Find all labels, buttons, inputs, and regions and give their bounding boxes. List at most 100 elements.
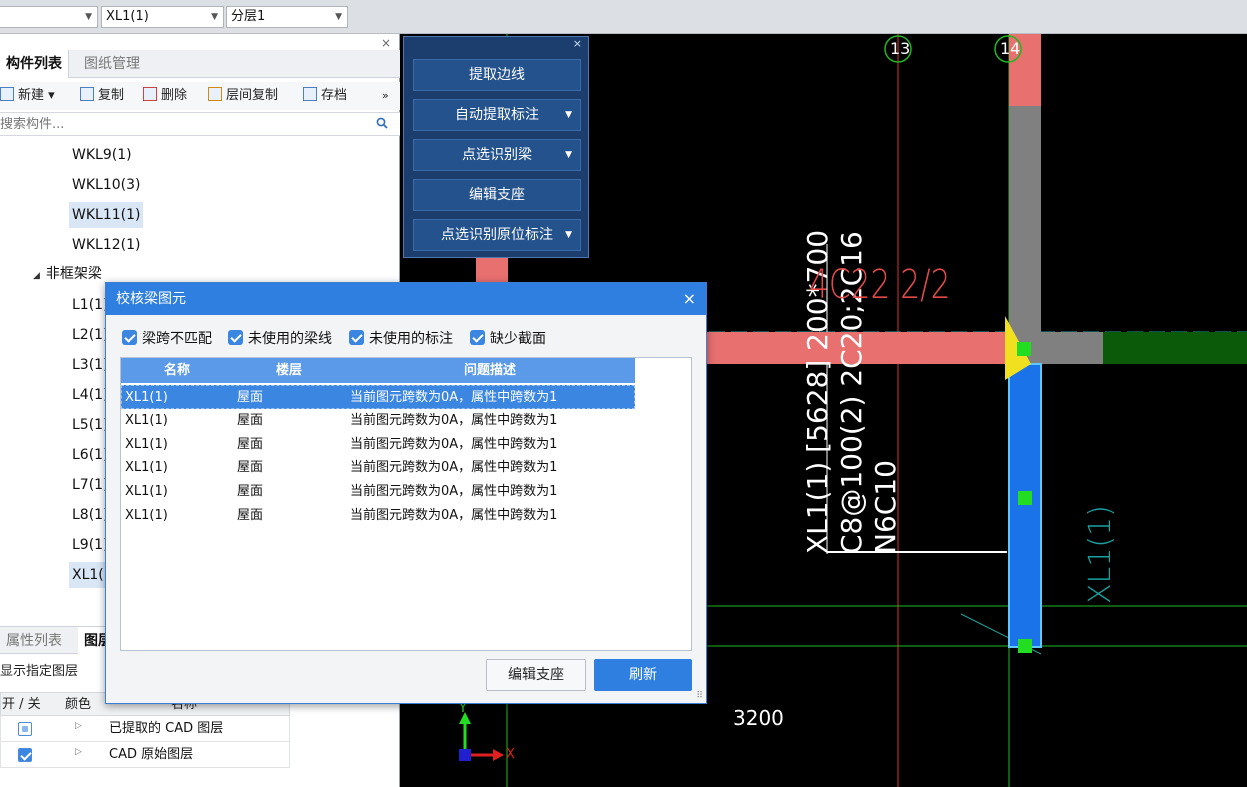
filter-unused-beam-line[interactable]: 未使用的梁线 bbox=[228, 330, 332, 348]
col-toggle: 开 / 关 bbox=[2, 697, 41, 712]
floor-copy-button[interactable]: 层间复制 bbox=[208, 86, 278, 106]
chevron-down-icon[interactable]: ▼ bbox=[565, 100, 572, 130]
floor-copy-icon bbox=[208, 87, 222, 101]
component-tabs: 构件列表 图纸管理 bbox=[0, 50, 400, 78]
more-button[interactable]: » bbox=[382, 86, 389, 106]
col-color: 颜色 bbox=[65, 697, 92, 712]
checkbox-checked-icon[interactable] bbox=[470, 330, 485, 345]
resize-grip-icon[interactable]: ⠿ bbox=[696, 691, 703, 701]
layer-combo-value: 分层1 bbox=[231, 9, 266, 24]
extract-edge-button[interactable]: 提取边线 bbox=[413, 59, 581, 91]
extract-panel: × 提取边线 自动提取标注 ▼ 点选识别梁 ▼ 编辑支座 点选识别原位标注 ▼ bbox=[403, 36, 589, 258]
ucs-x-arrow bbox=[493, 749, 504, 761]
pick-identify-label: 点选识别梁 bbox=[462, 147, 532, 163]
cell-floor: 屋面 bbox=[237, 437, 264, 452]
cell-name: XL1(1) bbox=[125, 413, 168, 428]
cell-name: XL1(1) bbox=[125, 460, 168, 475]
edit-support-button[interactable]: 编辑支座 bbox=[413, 179, 581, 211]
archive-button[interactable]: 存档 bbox=[303, 86, 347, 106]
pick-original-annotation-button[interactable]: 点选识别原位标注 ▼ bbox=[413, 219, 581, 251]
table-row[interactable]: XL1(1) 屋面 当前图元跨数为0A，属性中跨数为1 bbox=[121, 385, 635, 409]
table-row[interactable]: XL1(1) 屋面 当前图元跨数为0A，属性中跨数为1 bbox=[121, 480, 635, 504]
close-icon[interactable]: × bbox=[683, 283, 696, 315]
filter-missing-section[interactable]: 缺少截面 bbox=[470, 330, 546, 348]
search-input[interactable] bbox=[0, 113, 360, 135]
edit-support-label: 编辑支座 bbox=[469, 187, 525, 203]
delete-button[interactable]: 删除 bbox=[143, 86, 187, 106]
cell-floor: 屋面 bbox=[237, 460, 264, 475]
grip-point[interactable] bbox=[1017, 342, 1031, 356]
layer-name: CAD 原始图层 bbox=[109, 747, 194, 762]
checkbox-checked-icon[interactable] bbox=[228, 330, 243, 345]
beam-gray-vertical bbox=[1009, 106, 1041, 364]
col-name[interactable]: 名称 bbox=[121, 358, 233, 383]
chevron-down-icon[interactable]: ▼ bbox=[565, 140, 572, 170]
filter-label: 未使用的标注 bbox=[369, 331, 453, 347]
tab-drawing-management[interactable]: 图纸管理 bbox=[78, 50, 146, 78]
refresh-button[interactable]: 刷新 bbox=[594, 659, 692, 691]
beam-blue-vertical[interactable] bbox=[1008, 363, 1042, 648]
col-floor[interactable]: 楼层 bbox=[233, 358, 345, 383]
chevron-down-icon: ▼ bbox=[85, 12, 92, 22]
collapse-triangle-icon[interactable]: ◢ bbox=[33, 271, 40, 281]
close-icon[interactable]: × bbox=[573, 37, 582, 50]
tree-group-non-frame-beam[interactable]: ◢ 非框架梁 bbox=[30, 261, 105, 287]
copy-button[interactable]: 复制 bbox=[80, 86, 124, 106]
table-row[interactable]: XL1(1) 屋面 当前图元跨数为0A，属性中跨数为1 bbox=[121, 504, 635, 528]
grip-point[interactable] bbox=[1018, 491, 1032, 505]
grip-point[interactable] bbox=[1018, 639, 1032, 653]
copy-label: 复制 bbox=[98, 88, 125, 103]
tab-component-list[interactable]: 构件列表 bbox=[0, 50, 69, 78]
layer-toggle-checkbox[interactable] bbox=[18, 722, 32, 736]
search-icon[interactable] bbox=[376, 117, 388, 129]
cell-floor: 屋面 bbox=[237, 413, 264, 428]
dialog-title-bar[interactable]: 校核梁图元 × bbox=[106, 283, 706, 315]
checkbox-checked-icon[interactable] bbox=[122, 330, 137, 345]
extract-edge-label: 提取边线 bbox=[469, 67, 525, 83]
auto-extract-label: 自动提取标注 bbox=[455, 107, 539, 123]
new-icon bbox=[0, 87, 14, 101]
cyan-beam-label: XL1(1) bbox=[1083, 505, 1118, 604]
cell-name: XL1(1) bbox=[125, 508, 168, 523]
chevron-down-icon[interactable]: ▼ bbox=[565, 220, 572, 250]
show-layer-label[interactable]: 显示指定图层 bbox=[0, 660, 78, 679]
floor-combo[interactable]: ▼ bbox=[0, 6, 98, 28]
layer-combo[interactable]: 分层1 ▼ bbox=[226, 6, 348, 28]
filter-label: 缺少截面 bbox=[490, 331, 546, 347]
new-button[interactable]: 新建 ▾ bbox=[0, 86, 55, 106]
tree-item-wkl10[interactable]: WKL10(3) bbox=[69, 172, 143, 198]
pick-identify-beam-button[interactable]: 点选识别梁 ▼ bbox=[413, 139, 581, 171]
cell-description: 当前图元跨数为0A，属性中跨数为1 bbox=[350, 508, 558, 523]
beam-green bbox=[1103, 332, 1247, 364]
layer-row[interactable]: ▷ 已提取的 CAD 图层 bbox=[0, 716, 290, 742]
layer-row[interactable]: ▷ CAD 原始图层 bbox=[0, 742, 290, 768]
floor-copy-label: 层间复制 bbox=[226, 88, 279, 103]
expand-triangle-icon[interactable]: ▷ bbox=[75, 747, 82, 757]
table-row[interactable]: XL1(1) 屋面 当前图元跨数为0A，属性中跨数为1 bbox=[121, 456, 635, 480]
tree-item-wkl12[interactable]: WKL12(1) bbox=[69, 232, 143, 258]
pick-original-label: 点选识别原位标注 bbox=[441, 227, 553, 243]
chevron-down-icon: ▼ bbox=[335, 12, 342, 22]
layer-name: 已提取的 CAD 图层 bbox=[109, 721, 224, 736]
layer-toggle-checkbox[interactable] bbox=[18, 748, 32, 762]
cell-name: XL1(1) bbox=[125, 437, 168, 452]
tree-item-wkl11[interactable]: WKL11(1) bbox=[69, 202, 144, 228]
copy-icon bbox=[80, 87, 94, 101]
close-icon[interactable]: × bbox=[381, 36, 391, 50]
auto-extract-annotation-button[interactable]: 自动提取标注 ▼ bbox=[413, 99, 581, 131]
red-beam-label: 4C22 2/2 bbox=[809, 262, 951, 308]
filter-unused-annotation[interactable]: 未使用的标注 bbox=[349, 330, 453, 348]
component-combo[interactable]: XL1(1) ▼ bbox=[101, 6, 224, 28]
cell-description: 当前图元跨数为0A，属性中跨数为1 bbox=[350, 484, 558, 499]
tree-item-wkl9[interactable]: WKL9(1) bbox=[69, 142, 135, 168]
col-description[interactable]: 问题描述 bbox=[345, 358, 635, 383]
table-row[interactable]: XL1(1) 屋面 当前图元跨数为0A，属性中跨数为1 bbox=[121, 409, 635, 433]
top-toolbar: ▼ XL1(1) ▼ 分层1 ▼ bbox=[0, 0, 1247, 34]
checkbox-checked-icon[interactable] bbox=[349, 330, 364, 345]
filter-span-mismatch[interactable]: 梁跨不匹配 bbox=[122, 330, 212, 348]
tab-properties[interactable]: 属性列表 bbox=[0, 627, 68, 655]
edit-support-dialog-button[interactable]: 编辑支座 bbox=[486, 659, 586, 691]
ucs-origin bbox=[459, 749, 471, 761]
table-row[interactable]: XL1(1) 屋面 当前图元跨数为0A，属性中跨数为1 bbox=[121, 433, 635, 457]
expand-triangle-icon[interactable]: ▷ bbox=[75, 721, 82, 731]
